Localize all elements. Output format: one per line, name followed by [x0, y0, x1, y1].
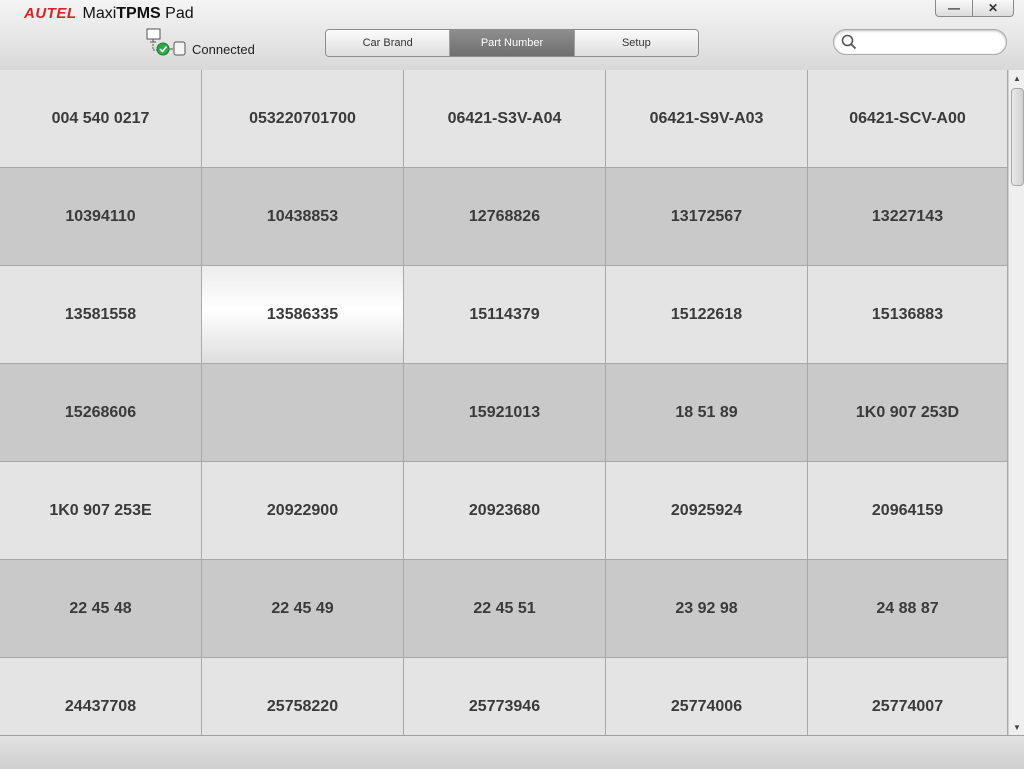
part-number-cell[interactable]: 10438853: [202, 168, 404, 266]
part-number-cell[interactable]: 13172567: [606, 168, 808, 266]
part-number-cell[interactable]: 13227143: [808, 168, 1008, 266]
part-number-cell[interactable]: 22 45 49: [202, 560, 404, 658]
part-number-cell[interactable]: 1K0 907 253D: [808, 364, 1008, 462]
search-input[interactable]: [862, 33, 1002, 52]
minimize-button[interactable]: —: [935, 0, 973, 17]
mode-tabs: Car Brand Part Number Setup: [325, 29, 699, 57]
part-number-cell[interactable]: 004 540 0217: [0, 70, 202, 168]
status-bar: [0, 735, 1024, 769]
part-number-cell[interactable]: 23 92 98: [606, 560, 808, 658]
part-number-cell[interactable]: 15921013: [404, 364, 606, 462]
part-number-cell[interactable]: 053220701700: [202, 70, 404, 168]
part-number-cell[interactable]: 24 88 87: [808, 560, 1008, 658]
part-number-cell[interactable]: 10394110: [0, 168, 202, 266]
tab-car-brand[interactable]: Car Brand: [326, 30, 451, 56]
part-number-cell[interactable]: 24437708: [0, 658, 202, 735]
scrollbar-thumb[interactable]: [1011, 88, 1024, 186]
part-number-cell[interactable]: 13581558: [0, 266, 202, 364]
part-number-cell-selected[interactable]: 13586335: [202, 266, 404, 364]
part-number-cell[interactable]: 22 45 48: [0, 560, 202, 658]
part-number-cell[interactable]: 25758220: [202, 658, 404, 735]
connection-status: Connected: [146, 28, 276, 60]
app-title: MaxiTPMS Pad: [82, 5, 194, 22]
scroll-down-arrow-icon[interactable]: ▼: [1009, 719, 1024, 735]
part-number-cell[interactable]: 06421-S3V-A04: [404, 70, 606, 168]
part-number-cell-empty[interactable]: [202, 364, 404, 462]
vertical-scrollbar[interactable]: ▲ ▼: [1008, 70, 1024, 735]
part-number-cell[interactable]: 06421-S9V-A03: [606, 70, 808, 168]
connection-label: Connected: [192, 42, 255, 57]
part-number-cell[interactable]: 22 45 51: [404, 560, 606, 658]
search-icon: [841, 34, 857, 50]
autel-logo: AUTEL: [24, 5, 77, 22]
scroll-up-arrow-icon[interactable]: ▲: [1009, 70, 1024, 86]
part-number-cell[interactable]: 15136883: [808, 266, 1008, 364]
part-number-cell[interactable]: 25773946: [404, 658, 606, 735]
window-controls: — ✕: [935, 0, 1014, 17]
part-number-cell[interactable]: 25774006: [606, 658, 808, 735]
part-number-cell[interactable]: 20922900: [202, 462, 404, 560]
part-number-grid: 004 540 0217 053220701700 06421-S3V-A04 …: [0, 70, 1008, 735]
part-number-cell[interactable]: 20925924: [606, 462, 808, 560]
part-number-cell[interactable]: 06421-SCV-A00: [808, 70, 1008, 168]
tab-setup[interactable]: Setup: [574, 30, 698, 56]
part-number-list: 004 540 0217 053220701700 06421-S3V-A04 …: [0, 70, 1008, 735]
part-number-cell[interactable]: 20964159: [808, 462, 1008, 560]
part-number-cell[interactable]: 15114379: [404, 266, 606, 364]
search-box: [833, 29, 1007, 55]
app-brand: AUTEL MaxiTPMS Pad: [24, 5, 194, 25]
tab-part-number[interactable]: Part Number: [450, 30, 575, 56]
part-number-cell[interactable]: 15122618: [606, 266, 808, 364]
part-number-cell[interactable]: 15268606: [0, 364, 202, 462]
device-connected-icon: [146, 28, 186, 56]
part-number-cell[interactable]: 18 51 89: [606, 364, 808, 462]
part-number-cell[interactable]: 1K0 907 253E: [0, 462, 202, 560]
part-number-cell[interactable]: 20923680: [404, 462, 606, 560]
part-number-cell[interactable]: 25774007: [808, 658, 1008, 735]
title-bar: AUTEL MaxiTPMS Pad — ✕ Connected Car Bra…: [0, 0, 1024, 71]
close-button[interactable]: ✕: [973, 0, 1014, 17]
part-number-cell[interactable]: 12768826: [404, 168, 606, 266]
